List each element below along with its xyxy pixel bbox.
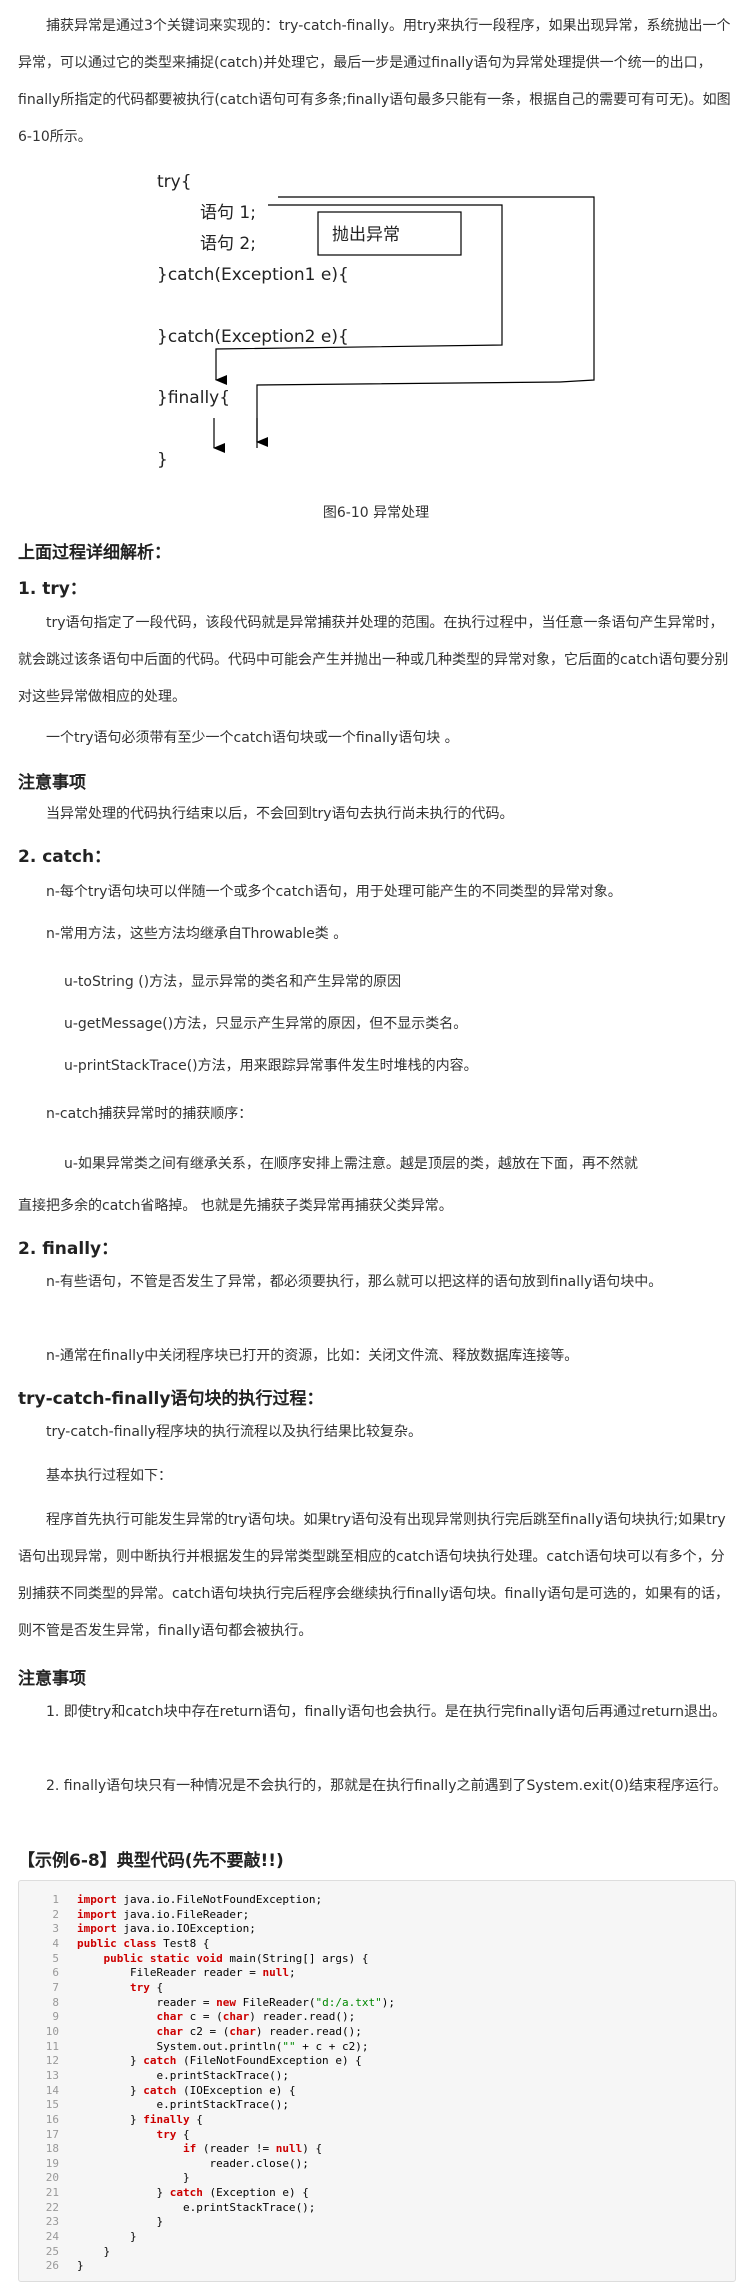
- diagram-stmt2: 语句 2;: [200, 234, 256, 254]
- code-line: e.printStackTrace();: [156, 2098, 289, 2112]
- intro-paragraph: 捕获异常是通过3个关键词来实现的：try-catch-finally。用try来…: [18, 18, 731, 145]
- code-line-number: 5: [52, 1951, 59, 1965]
- code-line: reader.close();: [209, 2156, 309, 2170]
- heading-flow: try-catch-finally语句块的执行过程：: [18, 1389, 324, 1409]
- code-line: char c = (char) reader.read();: [156, 2010, 356, 2024]
- catch-order-line-2: 直接把多余的catch省略掉。 也就是先捕获子类异常再捕获父类异常。: [18, 1198, 453, 1214]
- code-line-number: 20: [45, 2171, 59, 2185]
- diagram-try-open: try{: [157, 172, 192, 192]
- code-line: import java.io.FileReader;: [77, 1907, 250, 1921]
- code-line-number: 6: [52, 1966, 59, 1980]
- diagram-catch1: }catch(Exception1 e){: [157, 265, 349, 285]
- finally-paragraph-1: n-有些语句，不管是否发生了异常，都必须要执行，那么就可以把这样的语句放到fin…: [46, 1274, 663, 1290]
- diagram-finally: }finally{: [157, 388, 230, 408]
- code-line-number: 3: [52, 1922, 59, 1936]
- diagram-close: }: [157, 450, 168, 470]
- code-line-number: 7: [52, 1980, 59, 1994]
- note2-title: 注意事项: [18, 1669, 86, 1689]
- code-line: public static void main(String[] args) {: [103, 1951, 369, 1965]
- code-line: }: [77, 2230, 137, 2244]
- code-line: }: [77, 2215, 164, 2229]
- code-line-number: 9: [52, 2010, 59, 2024]
- code-line: } catch (FileNotFoundException e) {: [77, 2054, 362, 2068]
- code-line: }: [77, 2171, 190, 2185]
- code-line-number: 10: [45, 2024, 59, 2038]
- code-line-number: 4: [52, 1936, 59, 1950]
- code-line: import java.io.FileNotFoundException;: [77, 1893, 323, 1906]
- code-line-number: 16: [45, 2112, 59, 2126]
- code-line: if (reader != null) {: [182, 2142, 323, 2156]
- code-line: e.printStackTrace();: [156, 2068, 289, 2082]
- code-line-number: 25: [45, 2244, 59, 2258]
- code-line: reader = new FileReader("d:/a.txt");: [156, 1995, 395, 2009]
- exception-flow-diagram: try{ 语句 1; 语句 2; 抛出异常 }catch(Exception1 …: [157, 172, 595, 470]
- code-line: System.out.println("" + c + c2);: [156, 2039, 369, 2053]
- catch-paragraph-1: n-每个try语句块可以伴随一个或多个catch语句，用于处理可能产生的不同类型…: [46, 884, 622, 900]
- code-line-number: 1: [52, 1893, 59, 1906]
- code-line-number: 23: [45, 2215, 59, 2229]
- code-line: e.printStackTrace();: [182, 2200, 316, 2214]
- heading-analysis: 上面过程详细解析：: [18, 543, 171, 563]
- code-line-number: 8: [52, 1995, 59, 2009]
- note1-text: 当异常处理的代码执行结束以后，不会回到try语句去执行尚未执行的代码。: [46, 806, 514, 822]
- catch-order-line-1: u-如果异常类之间有继承关系，在顺序安排上需注意。越是顶层的类，越放在下面，再不…: [64, 1156, 638, 1172]
- note2-item-2: 2. finally语句块只有一种情况是不会执行的，那就是在执行finally之…: [46, 1778, 727, 1794]
- code-line-number: 12: [45, 2054, 59, 2068]
- note2-item-1: 1. 即使try和catch块中存在return语句，finally语句也会执行…: [46, 1704, 726, 1720]
- heading-catch: 2. catch：: [18, 847, 112, 867]
- code-line: } catch (Exception e) {: [77, 2186, 309, 2200]
- code-line-number: 14: [45, 2083, 59, 2097]
- code-lines: import java.io.FileNotFoundException; imp…: [77, 1893, 395, 2274]
- catch-paragraph-3: n-catch捕获异常时的捕获顺序：: [46, 1106, 253, 1122]
- code-line-numbers: 1 2 3 4 5 6 7 8 9 10 11 12 13 14 15 16 17 18 19 20 21 22 23 24 2…: [19, 1893, 59, 2274]
- note1-title: 注意事项: [18, 773, 86, 793]
- code-line-number: 2: [52, 1907, 59, 1921]
- flow-paragraph-3: 程序首先执行可能发生异常的try语句块。如果try语句没有出现异常则执行完后跳至…: [18, 1512, 730, 1639]
- flow-paragraph-1: try-catch-finally程序块的执行流程以及执行结果比较复杂。: [46, 1424, 423, 1440]
- code-line: }: [77, 2259, 84, 2273]
- code-line-number: 17: [45, 2127, 59, 2141]
- flow-line-to-finally: [256, 381, 561, 447]
- code-line-number: 22: [45, 2200, 59, 2214]
- code-line-number: 18: [45, 2142, 59, 2156]
- code-block: 1 2 3 4 5 6 7 8 9 10 11 12 13 14 15 16 17 18 19 20 21 22 23 24 2…: [18, 1880, 736, 2282]
- catch-printstacktrace: u-printStackTrace()方法，用来跟踪异常事件发生时堆栈的内容。: [64, 1058, 478, 1074]
- code-line: }: [77, 2244, 111, 2258]
- example-title: 【示例6-8】典型代码(先不要敲!!): [18, 1851, 284, 1871]
- diagram-caption: 图6-10 异常处理: [322, 505, 430, 521]
- code-line: } catch (IOException e) {: [77, 2083, 296, 2097]
- code-line-number: 26: [45, 2259, 59, 2273]
- catch-paragraph-2: n-常用方法，这些方法均继承自Throwable类 。: [46, 926, 348, 942]
- flow-paragraph-2: 基本执行过程如下：: [46, 1468, 172, 1484]
- diagram-catch2: }catch(Exception2 e){: [157, 327, 349, 347]
- code-line-number: 24: [45, 2230, 59, 2244]
- code-line-number: 19: [45, 2156, 59, 2170]
- code-line: FileReader reader = null;: [129, 1966, 296, 1980]
- try-paragraph-2: 一个try语句必须带有至少一个catch语句块或一个finally语句块 。: [46, 730, 459, 746]
- diagram-throw-label: 抛出异常: [332, 225, 400, 245]
- code-line: char c2 = (char) reader.read();: [156, 2024, 362, 2038]
- heading-try: 1. try：: [18, 579, 87, 599]
- finally-paragraph-2: n-通常在finally中关闭程序块已打开的资源，比如：关闭文件流、释放数据库连…: [46, 1348, 579, 1364]
- catch-tostring: u-toString ()方法，显示异常的类名和产生异常的原因: [64, 974, 402, 990]
- code-line-number: 11: [45, 2039, 59, 2053]
- code-line: } finally {: [77, 2112, 203, 2126]
- code-line-number: 21: [45, 2186, 59, 2200]
- code-line-number: 13: [45, 2068, 59, 2082]
- code-line: try {: [156, 2127, 190, 2141]
- try-paragraph-1: try语句指定了一段代码，该段代码就是异常捕获并处理的范围。在执行过程中，当任意…: [18, 615, 729, 705]
- code-line-number: 15: [45, 2098, 59, 2112]
- code-line: public class Test8 {: [77, 1936, 210, 1950]
- heading-finally: 2. finally：: [18, 1239, 119, 1259]
- code-line: import java.io.IOException;: [77, 1922, 256, 1936]
- diagram-stmt1: 语句 1;: [200, 203, 256, 223]
- code-line: try {: [129, 1980, 164, 1994]
- catch-getmessage: u-getMessage()方法，只显示产生异常的原因，但不显示类名。: [64, 1016, 468, 1032]
